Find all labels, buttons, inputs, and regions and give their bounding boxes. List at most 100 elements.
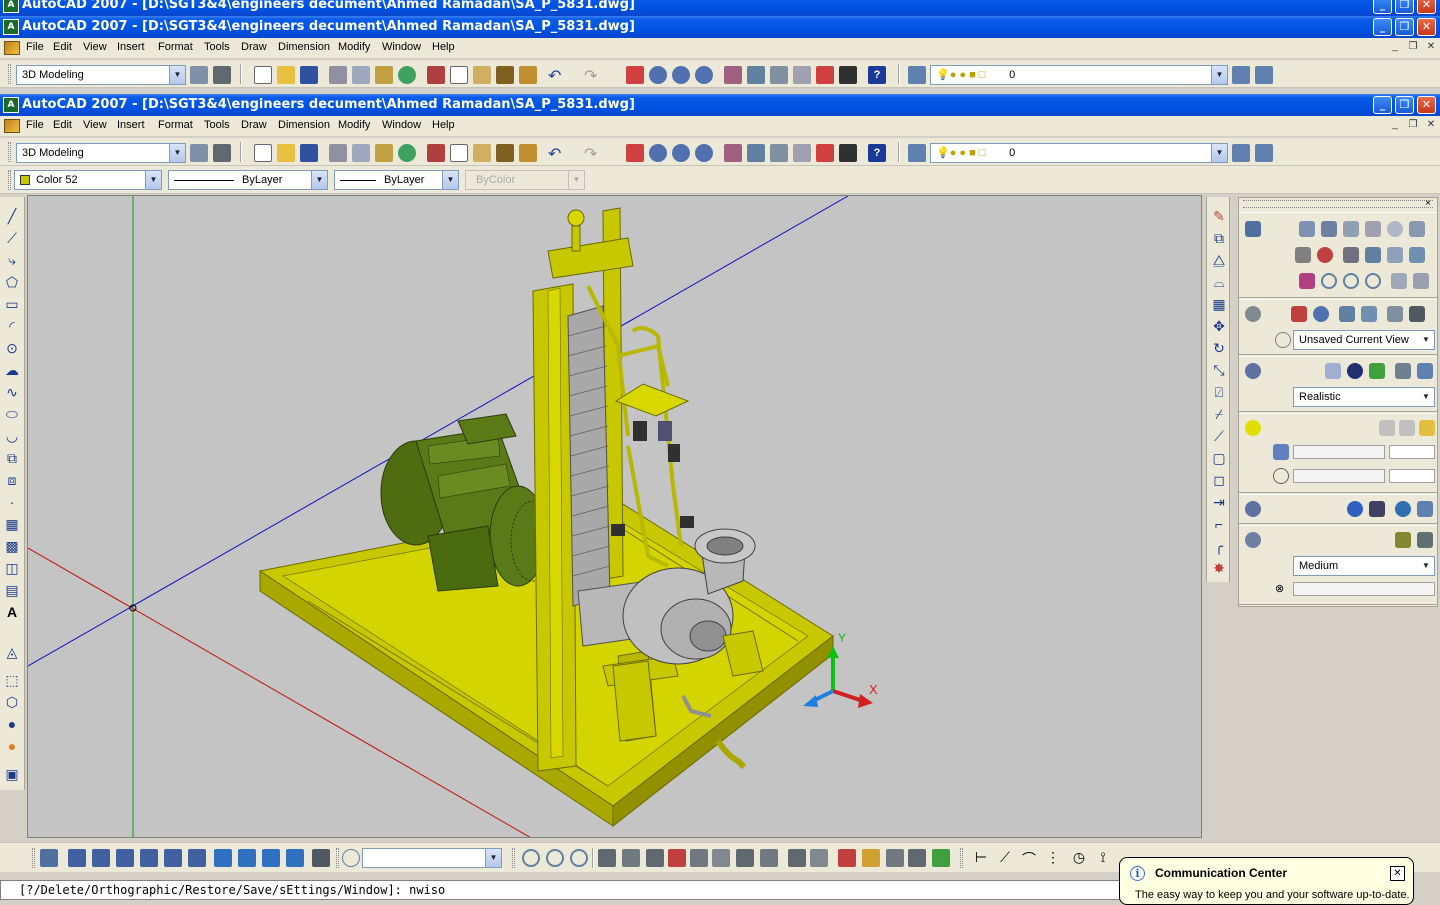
spline-icon[interactable]: ∿ (3, 383, 21, 401)
menu-window[interactable]: Window (382, 41, 421, 53)
arc-icon[interactable]: ◜ (3, 317, 21, 335)
plot-icon[interactable] (329, 66, 347, 84)
zoom-previous-icon[interactable] (695, 144, 713, 162)
block-editor-icon[interactable] (519, 66, 537, 84)
named-views-icon[interactable] (40, 849, 58, 867)
3d-dwf-icon[interactable] (398, 66, 416, 84)
construction-line-icon[interactable]: ⟋ (3, 229, 21, 247)
workspace-combo[interactable]: 3D Modeling ▼ (16, 65, 186, 85)
menu-edit[interactable]: Edit (53, 41, 72, 53)
color-faces-icon[interactable] (760, 849, 778, 867)
subtract-bottom-icon[interactable] (546, 849, 564, 867)
open-icon[interactable] (277, 144, 295, 162)
tool-palettes-icon[interactable] (770, 144, 788, 162)
sphere-icon[interactable]: ● (3, 715, 21, 733)
sheet-set-icon[interactable] (793, 66, 811, 84)
mdi-restore-button[interactable]: ❐ (1406, 41, 1420, 54)
shell-icon[interactable] (862, 849, 880, 867)
cancel-render-icon[interactable]: ⊗ (1275, 582, 1284, 595)
design-center-icon[interactable] (747, 66, 765, 84)
chevron-down-icon[interactable]: ▼ (311, 171, 327, 189)
menu-modify[interactable]: Modify (338, 119, 370, 131)
offset-icon[interactable]: ⌓ (1210, 273, 1228, 291)
match-properties-icon[interactable] (496, 66, 514, 84)
copy-edges-icon[interactable] (932, 849, 950, 867)
materials-window-icon[interactable] (1347, 501, 1363, 517)
layer-combo[interactable]: 💡● ● ■ □ 0 ▼ (930, 143, 1228, 163)
extrude-icon[interactable] (1295, 247, 1311, 263)
mdi-close-button[interactable]: ✕ (1424, 41, 1438, 54)
communication-center-balloon[interactable]: i Communication Center ✕ The easy way to… (1119, 857, 1414, 905)
material-mapping-icon[interactable] (1369, 501, 1385, 517)
redo-icon[interactable]: ↷ (584, 144, 602, 163)
chevron-down-icon[interactable]: ▼ (1418, 557, 1434, 575)
lights-panel-icon[interactable] (1245, 420, 1261, 436)
mdi-restore-button[interactable]: ❐ (1406, 119, 1420, 132)
plot-preview-icon[interactable] (352, 66, 370, 84)
mdi-minimize-button[interactable]: _ (1388, 119, 1402, 132)
ne-isometric-icon[interactable] (262, 849, 280, 867)
background-minimize-button[interactable]: _ (1373, 0, 1392, 14)
top-view-icon[interactable] (68, 849, 86, 867)
3d-zoom-icon[interactable] (1313, 306, 1329, 322)
cylinder-icon[interactable] (1409, 221, 1425, 237)
point-light-icon[interactable] (1379, 420, 1395, 436)
stretch-icon[interactable]: ⍁ (1210, 383, 1228, 401)
sheet-set-icon[interactable] (793, 144, 811, 162)
chevron-down-icon[interactable]: ▼ (1418, 331, 1434, 349)
render-icon[interactable]: ▣ (3, 765, 21, 783)
view-combo[interactable]: Unsaved Current View ▼ (1293, 330, 1435, 350)
rotate-icon[interactable]: ↻ (1210, 339, 1228, 357)
calculator-icon[interactable] (839, 66, 857, 84)
3d-rotate-icon[interactable] (1409, 247, 1425, 263)
wedge-solid-icon[interactable] (1343, 221, 1359, 237)
back-view-icon[interactable] (188, 849, 206, 867)
minimize-button[interactable]: _ (1373, 18, 1392, 36)
pan-icon[interactable] (626, 144, 644, 162)
subtract-icon[interactable] (1343, 273, 1359, 289)
section-plane-icon[interactable]: ◬ (3, 643, 21, 661)
workspace-settings-icon[interactable] (190, 66, 208, 84)
right-view-icon[interactable] (140, 849, 158, 867)
new-icon[interactable] (254, 66, 272, 84)
menu-modify[interactable]: Modify (338, 41, 370, 53)
materials-icon[interactable]: ● (3, 737, 21, 755)
trim-icon[interactable]: ⌿ (1210, 405, 1228, 423)
3d-navigate-panel-icon[interactable] (1245, 306, 1261, 322)
bottom-view-icon[interactable] (92, 849, 110, 867)
realistic-icon[interactable] (1369, 363, 1385, 379)
camera-icon[interactable] (1409, 306, 1425, 322)
materials-palette-icon[interactable] (1417, 501, 1433, 517)
attach-material-icon[interactable] (1395, 501, 1411, 517)
light-list-icon[interactable] (1419, 420, 1435, 436)
toolbar-grip[interactable] (512, 848, 515, 868)
flatshot-icon[interactable] (1413, 273, 1429, 289)
extend-icon[interactable]: ⟋ (1210, 427, 1228, 445)
union-icon[interactable] (1321, 273, 1337, 289)
cut-icon[interactable] (427, 144, 445, 162)
menu-insert[interactable]: Insert (117, 119, 145, 131)
intersect-bottom-icon[interactable] (570, 849, 588, 867)
se-isometric-icon[interactable] (238, 849, 256, 867)
3d-make-panel-icon[interactable] (1245, 221, 1261, 237)
ordinate-icon[interactable]: ⋮ (1044, 849, 1062, 867)
chevron-down-icon[interactable]: ▼ (1211, 144, 1227, 162)
menu-format[interactable]: Format (158, 119, 193, 131)
save-icon[interactable] (300, 66, 318, 84)
menu-insert[interactable]: Insert (117, 41, 145, 53)
arc-length-icon[interactable]: ⌒ (1020, 849, 1038, 867)
break-icon[interactable]: ◻ (1210, 471, 1228, 489)
clean-icon[interactable] (810, 849, 828, 867)
mdi-minimize-button[interactable]: _ (1388, 41, 1402, 54)
background-close-button[interactable]: ✕ (1417, 0, 1436, 14)
close-button[interactable]: ✕ (1417, 18, 1436, 36)
imprint-icon[interactable] (788, 849, 806, 867)
publish-icon[interactable] (375, 66, 393, 84)
gradient-icon[interactable]: ▩ (3, 537, 21, 555)
zoom-window-icon[interactable] (672, 144, 690, 162)
create-camera-icon[interactable] (312, 849, 330, 867)
check-icon[interactable] (886, 849, 904, 867)
polygon-icon[interactable]: ⬠ (3, 273, 21, 291)
materials-panel-icon[interactable] (1245, 501, 1261, 517)
my-workspace-icon[interactable] (213, 66, 231, 84)
